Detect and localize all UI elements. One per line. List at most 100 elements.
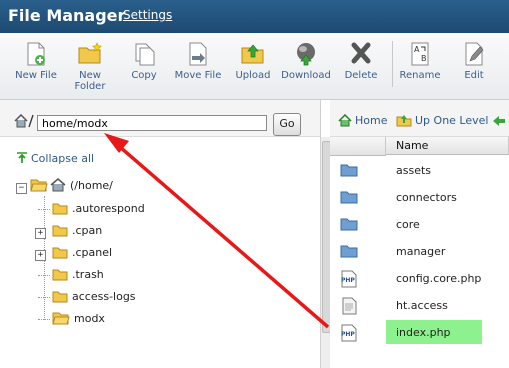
folder-icon [52,291,68,303]
upload-button[interactable]: Upload [225,41,281,81]
edit-icon [465,42,484,66]
php-file-icon: PHP [341,270,357,288]
svg-text:PHP: PHP [341,277,355,284]
svg-text:PHP: PHP [341,331,355,338]
home-icon [338,113,352,127]
tree-item-trash[interactable]: .trash [38,266,104,284]
collapse-all-label: Collapse all [31,152,95,165]
tree-item-label: .trash [72,268,104,281]
copy-button[interactable]: Copy [116,41,172,81]
icon-column-header[interactable] [330,137,386,156]
back-arrow-button[interactable] [492,114,509,127]
upload-icon [241,44,264,64]
collapse-toggle[interactable]: − [16,183,27,194]
home-icon [50,178,66,192]
download-icon [297,43,315,66]
download-label: Download [281,70,331,81]
expand-toggle[interactable]: + [35,250,46,261]
new-file-icon [27,42,45,66]
back-arrow-icon [493,116,505,126]
app-header: File Manager Settings [0,0,509,33]
folder-open-icon [52,312,70,325]
new-folder-icon [78,42,102,64]
delete-icon [351,42,371,64]
file-row-manager[interactable]: manager [330,238,509,265]
delete-label: Delete [344,70,378,81]
folder-open-icon [30,179,48,192]
file-list-pane: Home Up One Level Name assets connectors… [330,100,509,368]
file-row-index-php[interactable]: PHP index.php [330,319,509,346]
path-input[interactable] [37,115,267,131]
svg-text:A: A [414,45,420,54]
copy-icon [135,43,155,66]
delete-button[interactable]: Delete [333,41,389,81]
path-bar: Go [0,100,320,137]
collapse-arrow-icon [17,152,27,163]
file-row-core[interactable]: core [330,211,509,238]
move-file-label: Move File [174,70,222,81]
folder-icon [52,269,68,281]
tree-item-cpan[interactable]: + .cpan [35,222,102,240]
new-folder-button[interactable]: New Folder [62,41,118,92]
settings-link[interactable]: Settings [123,8,172,22]
new-file-button[interactable]: New File [8,41,64,81]
folder-icon [340,218,358,231]
folder-icon [340,245,358,258]
file-name: manager [396,245,446,258]
move-file-button[interactable]: Move File [170,41,226,81]
home-nav-label: Home [355,114,388,127]
move-file-icon [189,42,207,66]
home-nav-button[interactable]: Home [338,113,388,127]
file-name: ht.access [396,299,448,312]
tree-item-label: access-logs [72,290,136,303]
download-button[interactable]: Download [278,41,334,81]
tree-item-modx[interactable]: modx [38,310,105,328]
name-column-header[interactable]: Name [386,137,509,155]
expand-toggle[interactable]: + [35,228,46,239]
app-title: File Manager [8,6,126,25]
toolbar: New File New Folder Copy Move File Uploa… [0,33,509,100]
tree-item-access-logs[interactable]: access-logs [38,288,136,306]
new-folder-label-line1: New [79,70,101,81]
up-one-level-label: Up One Level [415,114,489,127]
edit-label: Edit [464,70,484,81]
tree-root-label: (/home/ [70,179,113,192]
php-file-icon: PHP [341,324,357,342]
text-file-icon [342,297,357,315]
rename-label: Rename [399,70,441,81]
folder-icon [340,164,358,177]
go-button[interactable]: Go [273,113,301,136]
file-name: connectors [396,191,457,204]
collapse-all-link[interactable]: Collapse all [16,152,94,165]
tree-item-label: .cpan [72,224,103,237]
tree-item-cpanel[interactable]: + .cpanel [35,244,112,262]
svg-text:B: B [421,54,427,63]
up-one-level-button[interactable]: Up One Level [396,114,488,127]
tree-item-label: .cpanel [72,246,113,259]
file-row-config-core-php[interactable]: PHP config.core.php [330,265,509,292]
tree-item-autorespond[interactable]: .autorespond [38,200,145,218]
rename-button[interactable]: A B Rename [392,41,448,81]
file-row-ht-access[interactable]: ht.access [330,292,509,319]
tree-item-label: modx [74,312,105,325]
file-row-connectors[interactable]: connectors [330,184,509,211]
home-icon [14,114,34,128]
file-name: index.php [396,326,451,339]
folder-icon [52,203,68,215]
tree-root[interactable]: − (/home/ [16,177,113,195]
upload-label: Upload [235,70,271,81]
tree-item-label: .autorespond [72,202,145,215]
rename-icon: A B [411,42,429,66]
folder-icon [52,225,68,237]
folder-icon [52,247,68,259]
file-name: config.core.php [396,272,482,285]
folder-icon [340,191,358,204]
copy-label: Copy [131,70,157,81]
new-folder-label-line2: Folder [74,81,106,92]
file-name: assets [396,164,432,177]
new-file-label: New File [15,70,57,81]
folder-tree-pane: Go Collapse all − (/home/ .autorespond +… [0,100,321,368]
folder-up-icon [396,115,412,127]
edit-button[interactable]: Edit [446,41,502,81]
file-row-assets[interactable]: assets [330,157,509,184]
